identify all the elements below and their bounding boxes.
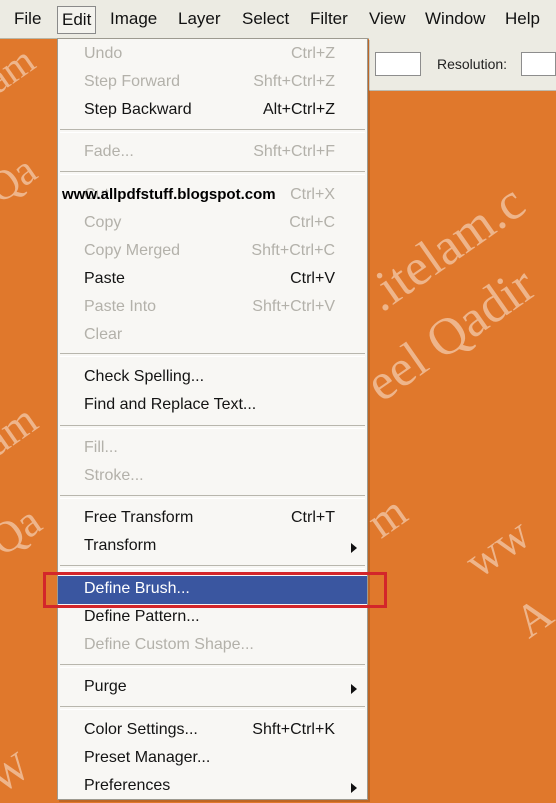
submenu-arrow-icon	[351, 684, 357, 694]
watermark-mark: A	[505, 586, 556, 648]
watermark-mark: eel Qadir	[355, 256, 546, 413]
menu-filter[interactable]: Filter	[310, 8, 348, 30]
menu-view[interactable]: View	[369, 8, 406, 30]
menu-item-copy[interactable]: Copy Ctrl+C	[58, 210, 367, 238]
menu-item-preset-manager[interactable]: Preset Manager...	[58, 745, 367, 773]
menu-item-copy-merged[interactable]: Copy Merged Shft+Ctrl+C	[58, 238, 367, 266]
edit-menu-dropdown: Undo Ctrl+Z Step Forward Shft+Ctrl+Z Ste…	[57, 38, 368, 800]
menu-image[interactable]: Image	[110, 8, 157, 30]
resolution-input[interactable]	[521, 52, 556, 76]
menu-edit[interactable]: Edit	[57, 6, 97, 34]
callout-highlight-box	[43, 572, 387, 608]
menu-item-color-settings[interactable]: Color Settings... Shft+Ctrl+K	[58, 717, 367, 745]
menu-separator	[60, 495, 365, 499]
menu-separator	[60, 565, 365, 569]
menu-item-fade[interactable]: Fade... Shft+Ctrl+F	[58, 139, 367, 167]
menu-item-preferences[interactable]: Preferences	[58, 773, 367, 801]
submenu-arrow-icon	[351, 783, 357, 793]
menu-window[interactable]: Window	[425, 8, 485, 30]
watermark-mark: Qa	[0, 147, 46, 213]
menu-item-purge[interactable]: Purge	[58, 674, 367, 702]
menu-item-undo[interactable]: Undo Ctrl+Z	[58, 41, 367, 69]
option-input[interactable]	[375, 52, 421, 76]
menu-item-fill[interactable]: Fill...	[58, 435, 367, 463]
menu-item-paste[interactable]: Paste Ctrl+V	[58, 266, 367, 294]
watermark-mark: ww	[455, 507, 540, 588]
menu-item-define-pattern[interactable]: Define Pattern...	[58, 604, 367, 632]
menu-select[interactable]: Select	[242, 8, 289, 30]
watermark-mark: W	[0, 743, 38, 802]
menu-file[interactable]: File	[14, 8, 41, 30]
menu-layer[interactable]: Layer	[178, 8, 221, 30]
submenu-arrow-icon	[351, 543, 357, 553]
watermark-mark: .itelam.c	[355, 173, 536, 323]
watermark-mark: am	[0, 394, 47, 466]
watermark-mark: Qa	[0, 495, 51, 566]
menu-item-clear[interactable]: Clear	[58, 322, 367, 350]
menu-item-define-custom-shape[interactable]: Define Custom Shape...	[58, 632, 367, 660]
menu-item-check-spelling[interactable]: Check Spelling...	[58, 364, 367, 392]
menu-help[interactable]: Help	[505, 8, 540, 30]
menu-separator	[60, 353, 365, 357]
menu-separator	[60, 129, 365, 133]
menu-separator	[60, 706, 365, 710]
tool-options-bar: Resolution:	[369, 38, 556, 91]
menu-item-free-transform[interactable]: Free Transform Ctrl+T	[58, 505, 367, 533]
menu-item-stroke[interactable]: Stroke...	[58, 463, 367, 491]
menu-bar: File Edit Image Layer Select Filter View…	[0, 0, 556, 39]
menu-separator	[60, 425, 365, 429]
watermark-mark: am	[0, 37, 43, 102]
resolution-label: Resolution:	[437, 56, 508, 72]
menu-separator	[60, 664, 365, 668]
menu-item-paste-into[interactable]: Paste Into Shft+Ctrl+V	[58, 294, 367, 322]
menu-item-step-backward[interactable]: Step Backward Alt+Ctrl+Z	[58, 97, 367, 125]
url-caption: www.allpdfstuff.blogspot.com	[62, 186, 276, 203]
menu-item-find-replace[interactable]: Find and Replace Text...	[58, 392, 367, 420]
menu-item-transform[interactable]: Transform	[58, 533, 367, 561]
menu-item-step-forward[interactable]: Step Forward Shft+Ctrl+Z	[58, 69, 367, 97]
menu-separator	[60, 171, 365, 175]
